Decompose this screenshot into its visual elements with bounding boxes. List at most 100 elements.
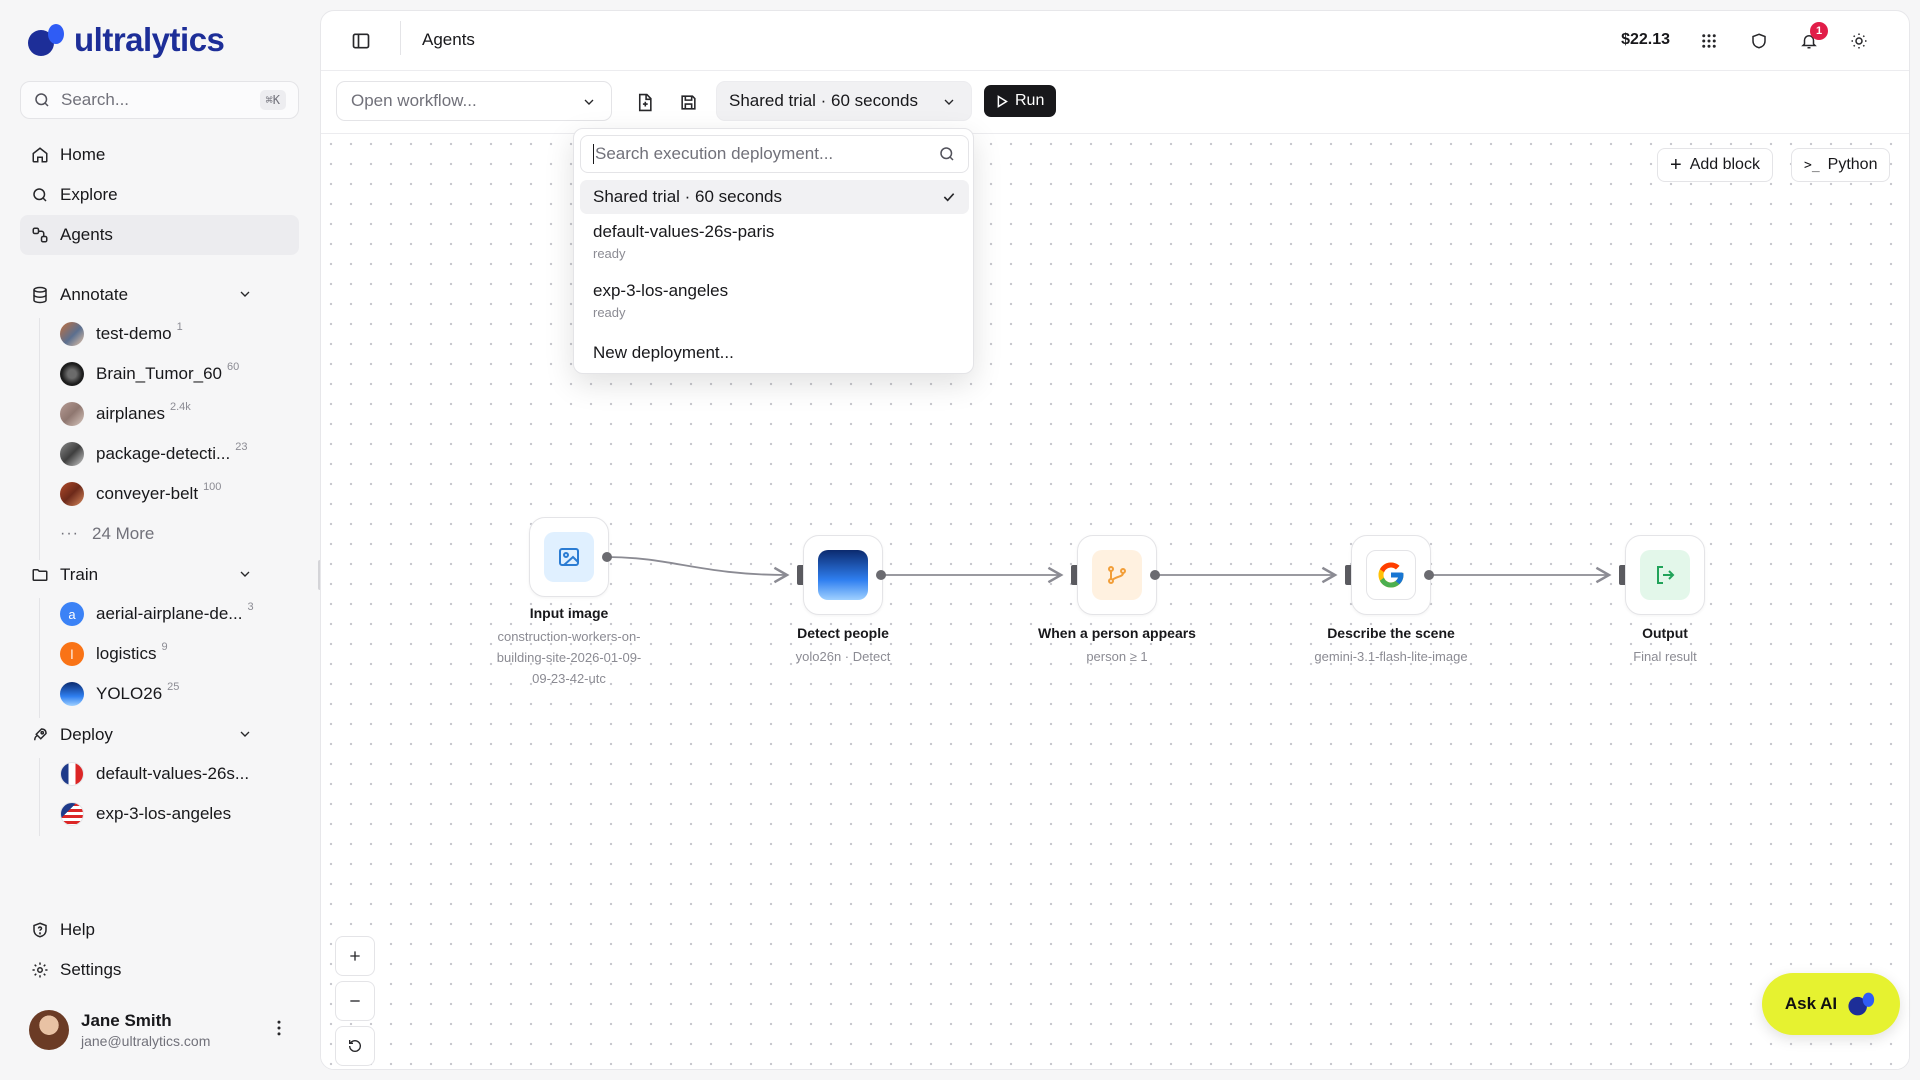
tree-line (39, 318, 40, 560)
folder-icon (30, 565, 50, 585)
node-subtitle: construction-workers-on- building-site-2… (496, 629, 642, 686)
google-icon (1366, 550, 1416, 600)
project-count: 9 (161, 641, 168, 653)
option-status: ready (593, 305, 626, 320)
zoom-out-button[interactable] (335, 981, 375, 1021)
chevron-down-icon (240, 571, 250, 577)
ai-logo-icon (1848, 992, 1875, 1016)
credit-balance[interactable]: $22.13 (1621, 31, 1670, 49)
node-condition[interactable] (1077, 535, 1157, 615)
apps-grid-icon[interactable] (1698, 30, 1720, 52)
logo-mark-icon (28, 24, 64, 56)
node-title: When a person appears (1038, 625, 1196, 641)
sidebar-toggle-icon[interactable] (351, 31, 371, 51)
dataset-name: test-demo (96, 324, 172, 343)
deployment-selected: Shared trial · 60 seconds (729, 91, 918, 110)
node-input-image[interactable] (529, 517, 609, 597)
deployment-option-shared-trial[interactable]: Shared trial · 60 seconds (580, 180, 969, 214)
option-label: Shared trial · 60 seconds (593, 187, 782, 206)
search-placeholder: Search... (61, 90, 130, 109)
user-name: Jane Smith (81, 1011, 172, 1030)
text-caret (593, 144, 594, 164)
sidebar-item-explore[interactable]: Explore (20, 175, 299, 215)
node-output[interactable] (1625, 535, 1705, 615)
project-count: 3 (247, 601, 254, 613)
plus-icon (350, 951, 360, 961)
dataset-item-airplanes[interactable]: airplanes 2.4k (60, 396, 191, 432)
output-port[interactable] (1424, 570, 1434, 580)
sidebar-section-train[interactable]: Train (20, 555, 299, 595)
deployment-item-paris[interactable]: default-values-26s... (60, 756, 249, 792)
workflow-canvas[interactable]: + Add block >_ Python Input image constr… (321, 134, 1909, 1069)
node-describe-scene[interactable] (1351, 535, 1431, 615)
node-subtitle: yolo26n · Detect (795, 649, 891, 664)
project-initial-avatar: l (60, 642, 84, 666)
shield-icon[interactable] (1748, 30, 1770, 52)
dataset-item-brain-tumor[interactable]: Brain_Tumor_60 60 (60, 356, 239, 392)
sidebar-item-settings[interactable]: Settings (20, 950, 299, 990)
output-port[interactable] (602, 552, 612, 562)
project-item-yolo26[interactable]: YOLO26 25 (60, 676, 179, 712)
node-title: Input image (529, 605, 609, 621)
option-label: exp-3-los-angeles (593, 281, 729, 300)
exit-icon (1640, 550, 1690, 600)
sidebar-search[interactable]: Search... ⌘K (20, 81, 299, 119)
annotate-more-link[interactable]: ··· 24 More (60, 516, 154, 552)
deployment-search-placeholder: Search execution deployment... (595, 144, 834, 163)
avatar (29, 1010, 69, 1050)
more-vertical-icon[interactable] (269, 1018, 289, 1038)
play-icon (997, 94, 1008, 108)
dataset-item-conveyer-belt[interactable]: conveyer-belt 100 (60, 476, 221, 512)
deployment-option-paris[interactable]: default-values-26s-paris ready (580, 218, 969, 270)
run-button[interactable]: Run (984, 85, 1057, 117)
node-title: Output (1642, 625, 1688, 641)
deployment-item-los-angeles[interactable]: exp-3-los-angeles (60, 796, 231, 832)
output-port[interactable] (1150, 570, 1160, 580)
dataset-item-test-demo[interactable]: test-demo 1 (60, 316, 183, 352)
dataset-thumbnail (60, 442, 84, 466)
save-icon[interactable] (677, 91, 699, 113)
user-menu[interactable]: Jane Smith jane@ultralytics.com (29, 1008, 299, 1052)
chevron-down-icon (240, 291, 250, 297)
dataset-thumbnail (60, 362, 84, 386)
bell-icon[interactable]: 1 (1798, 22, 1828, 52)
sidebar-item-label: Settings (60, 960, 122, 979)
france-flag-icon (60, 762, 84, 786)
deployment-search-input[interactable]: Search execution deployment... (580, 135, 969, 173)
output-port[interactable] (876, 570, 886, 580)
dataset-item-package-detection[interactable]: package-detecti... 23 (60, 436, 247, 472)
sidebar-item-agents[interactable]: Agents (20, 215, 299, 255)
sidebar-item-home[interactable]: Home (20, 135, 299, 175)
sidebar-item-help[interactable]: Help (20, 910, 299, 950)
agents-icon (30, 225, 50, 245)
ask-ai-button[interactable]: Ask AI (1762, 973, 1900, 1035)
page-title: Agents (422, 30, 475, 49)
project-item-aerial-airplane[interactable]: a aerial-airplane-de... 3 (60, 596, 254, 632)
edge-input-to-detect (606, 556, 790, 584)
node-subtitle: gemini-3.1-flash-lite-image (1314, 649, 1468, 664)
deployment-option-new[interactable]: New deployment... (580, 336, 969, 370)
chevron-down-icon (240, 731, 250, 737)
reset-view-button[interactable] (335, 1026, 375, 1066)
workflow-select[interactable]: Open workflow... (336, 81, 612, 121)
node-detect-people[interactable] (803, 535, 883, 615)
dataset-name: package-detecti... (96, 444, 231, 463)
check-icon (943, 193, 955, 202)
sun-icon[interactable] (1848, 30, 1870, 52)
section-label: Deploy (60, 725, 113, 744)
sidebar-section-deploy[interactable]: Deploy (20, 715, 299, 755)
deployment-select[interactable]: Shared trial · 60 seconds (716, 81, 972, 121)
dataset-name: Brain_Tumor_60 (96, 364, 222, 383)
new-file-icon[interactable] (633, 91, 655, 113)
ultralytics-logo[interactable]: ultralytics (26, 20, 225, 60)
image-icon (544, 532, 594, 582)
project-item-logistics[interactable]: l logistics 9 (60, 636, 168, 672)
sidebar: ultralytics Search... ⌘K Home Explore Ag… (0, 0, 318, 1080)
dataset-name: conveyer-belt (96, 484, 199, 503)
zoom-in-button[interactable] (335, 936, 375, 976)
deployment-option-los-angeles[interactable]: exp-3-los-angeles ready (580, 277, 969, 329)
yolo-model-icon (818, 550, 868, 600)
usa-flag-icon (60, 802, 84, 826)
section-label: Annotate (60, 285, 129, 304)
sidebar-section-annotate[interactable]: Annotate (20, 275, 299, 315)
